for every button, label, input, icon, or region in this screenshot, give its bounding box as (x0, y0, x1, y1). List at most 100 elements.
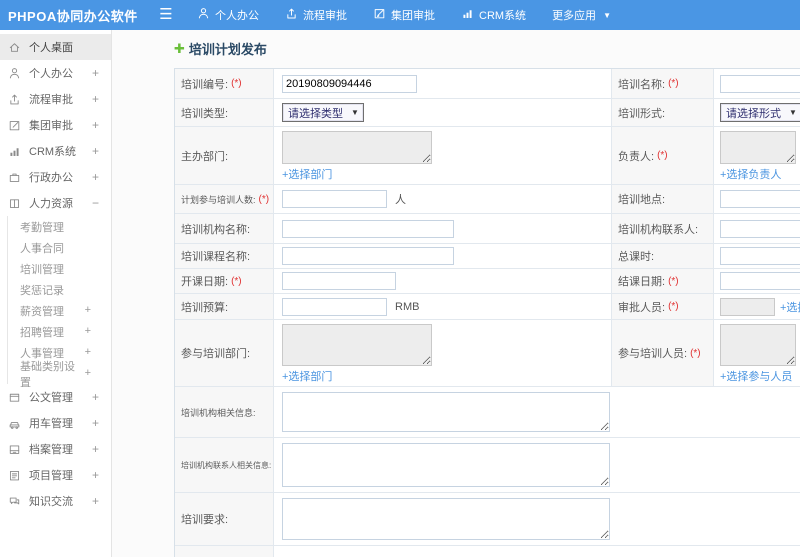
expand-icon[interactable]: + (85, 368, 91, 379)
sidebar-item-personal-desktop[interactable]: 个人桌面 (0, 34, 111, 60)
share-icon (285, 7, 298, 23)
select-dept-link[interactable]: +选择部门 (282, 166, 332, 182)
select-dept-link[interactable]: +选择部门 (282, 368, 332, 384)
form-row: 培训编号:(*) 培训名称:(*) (175, 69, 800, 99)
chat-icon (8, 495, 21, 508)
sidebar-item-projects[interactable]: 项目管理 + (0, 462, 111, 488)
unit-suffix: 人 (395, 194, 406, 206)
expand-icon[interactable]: + (92, 145, 99, 157)
page-title: ✚ 培训计划发布 (174, 41, 267, 57)
training-name-input[interactable] (720, 74, 800, 93)
field-label: 培训地点: (618, 194, 666, 206)
caret-down-icon: ▼ (603, 10, 611, 20)
field-label: 培训要求: (181, 514, 229, 526)
main-content: ✚ 培训计划发布 培训编号:(*) 培训名称:(*) 培训类型: 请选择类型 ▼… (112, 30, 800, 557)
clipboard-icon (8, 469, 21, 482)
field-label: 培训名称: (618, 78, 666, 91)
training-mode-select[interactable]: 请选择形式 ▼ (720, 103, 800, 122)
select-caret-icon: ▼ (351, 108, 359, 117)
training-plan-form: 培训编号:(*) 培训名称:(*) 培训类型: 请选择类型 ▼ 培训形式: 请选… (174, 68, 800, 557)
sidebar-subitem-base-category[interactable]: 基础类别设置 + (8, 361, 111, 389)
nav-item-more-apps[interactable]: 更多应用 ▼ (539, 0, 624, 30)
form-row: 参与培训部门: +选择部门 参与培训人员: (*) +选择参与人员 (175, 320, 800, 387)
sidebar-item-knowledge[interactable]: 知识交流 + (0, 488, 111, 514)
sidebar-subitem-hr-contract[interactable]: 人事合同 (8, 237, 111, 258)
expand-icon[interactable]: + (92, 469, 99, 481)
org-contact-info-textarea[interactable] (282, 443, 610, 487)
sidebar-item-group-approval[interactable]: 集团审批 + (0, 112, 111, 138)
briefcase-icon (8, 171, 21, 184)
hamburger-menu-icon[interactable]: ☰ (148, 0, 184, 30)
training-location-input[interactable] (720, 190, 800, 208)
sidebar-item-hr[interactable]: 人力资源 − (0, 190, 111, 216)
form-row: 附件文档: +附件上传 (175, 546, 800, 557)
car-icon (8, 417, 21, 430)
select-approver-link[interactable]: +选择审批人员 (780, 299, 800, 315)
sidebar-subitem-recruit[interactable]: 招聘管理 + (8, 321, 111, 342)
select-participants-link[interactable]: +选择参与人员 (720, 368, 792, 384)
sidebar-subitem-salary[interactable]: 薪资管理 + (8, 300, 111, 321)
expand-icon[interactable]: + (92, 495, 99, 507)
field-label: 总课时: (618, 251, 655, 263)
form-row: 培训课程名称: 总课时: (175, 244, 800, 269)
expand-icon[interactable]: + (92, 417, 99, 429)
currency-suffix: RMB (395, 300, 420, 313)
join-dept-textarea[interactable] (282, 324, 432, 366)
nav-item-crm[interactable]: CRM系统 (448, 0, 539, 30)
start-date-input[interactable] (282, 272, 396, 290)
sidebar: 个人桌面 个人办公 + 流程审批 + 集团审批 + CRM系统 + 行政办公 +… (0, 30, 112, 557)
org-name-input[interactable] (282, 219, 454, 238)
host-dept-textarea[interactable] (282, 131, 432, 164)
archive-icon (8, 443, 21, 456)
select-leader-link[interactable]: +选择负责人 (720, 166, 781, 182)
expand-icon[interactable]: + (92, 67, 99, 79)
budget-input[interactable] (282, 297, 387, 316)
sidebar-item-admin-office[interactable]: 行政办公 + (0, 164, 111, 190)
end-date-input[interactable] (720, 272, 800, 290)
field-label: 培训机构名称: (181, 223, 251, 236)
nav-item-personal-office[interactable]: 个人办公 (184, 0, 272, 30)
training-type-select[interactable]: 请选择类型 ▼ (282, 103, 364, 122)
collapse-icon[interactable]: − (92, 197, 99, 209)
field-label: 培训机构联系人: (618, 223, 699, 236)
nav-item-workflow-approval[interactable]: 流程审批 (272, 0, 360, 30)
user-icon (197, 7, 210, 23)
document-icon (8, 391, 21, 404)
field-label: 主办部门: (181, 150, 229, 163)
sidebar-item-vehicle[interactable]: 用车管理 + (0, 410, 111, 436)
training-requirement-textarea[interactable] (282, 498, 610, 540)
field-label: 计划参与培训人数: (181, 194, 256, 205)
expand-icon[interactable]: + (85, 326, 91, 337)
training-no-input[interactable] (282, 74, 417, 93)
trainee-count-input[interactable] (282, 190, 387, 208)
bar-chart-icon (8, 145, 21, 158)
expand-icon[interactable]: + (92, 391, 99, 403)
sidebar-item-workflow-approval[interactable]: 流程审批 + (0, 86, 111, 112)
nav-item-group-approval[interactable]: 集团审批 (360, 0, 448, 30)
expand-icon[interactable]: + (85, 347, 91, 358)
approver-input[interactable] (720, 297, 775, 316)
sidebar-item-archives[interactable]: 档案管理 + (0, 436, 111, 462)
form-row: 培训要求: (175, 493, 800, 546)
field-label: 培训预算: (181, 301, 229, 314)
total-hours-input[interactable] (720, 247, 800, 265)
course-name-input[interactable] (282, 247, 454, 265)
edit-icon (373, 7, 386, 23)
field-label: 结课日期: (618, 276, 666, 288)
expand-icon[interactable]: + (92, 119, 99, 131)
book-icon (8, 197, 21, 210)
sidebar-item-personal-office[interactable]: 个人办公 + (0, 60, 111, 86)
expand-icon[interactable]: + (92, 171, 99, 183)
sidebar-subitem-attendance[interactable]: 考勤管理 (8, 216, 111, 237)
sidebar-subitem-rewards[interactable]: 奖惩记录 (8, 279, 111, 300)
leader-textarea[interactable] (720, 131, 796, 164)
expand-icon[interactable]: + (92, 93, 99, 105)
org-info-textarea[interactable] (282, 392, 610, 432)
expand-icon[interactable]: + (92, 443, 99, 455)
expand-icon[interactable]: + (85, 305, 91, 316)
sidebar-subitem-training[interactable]: 培训管理 (8, 258, 111, 279)
sidebar-item-crm[interactable]: CRM系统 + (0, 138, 111, 164)
form-row: 培训类型: 请选择类型 ▼ 培训形式: 请选择形式 ▼ (175, 99, 800, 127)
org-contact-input[interactable] (720, 219, 800, 238)
join-people-textarea[interactable] (720, 324, 796, 366)
